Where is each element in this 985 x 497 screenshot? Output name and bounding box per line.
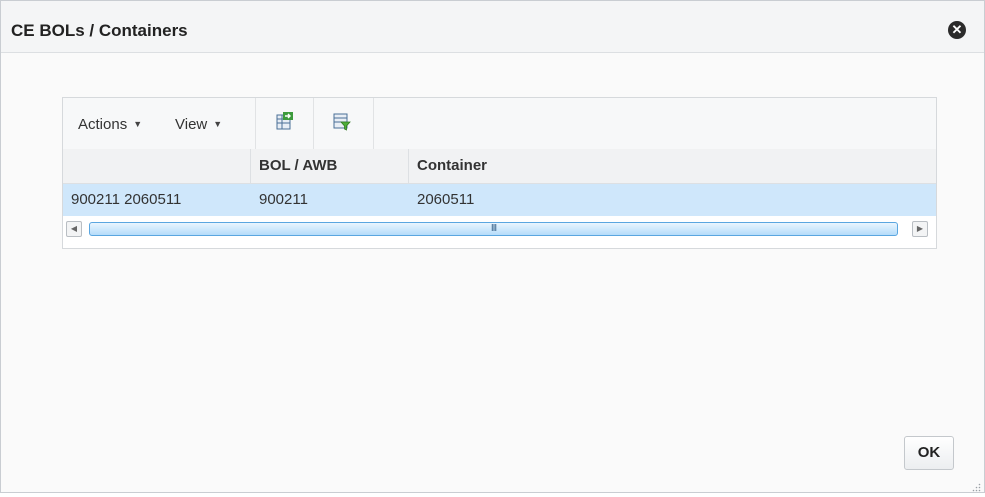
table-panel: Actions ▼ View ▼ BOL / AWB Container 900… — [62, 97, 937, 249]
dialog-titlebar: CE BOLs / Containers ✕ — [1, 1, 984, 53]
toolbar-divider — [313, 98, 314, 149]
view-menu[interactable]: View ▼ — [175, 116, 222, 133]
column-header-row-label[interactable] — [63, 149, 251, 183]
resize-grip-icon[interactable] — [971, 479, 981, 492]
horizontal-scrollbar[interactable]: ◀ III ▶ — [63, 220, 936, 238]
column-header-bol-awb[interactable]: BOL / AWB — [251, 149, 409, 183]
container-cell: 2060511 — [417, 191, 475, 208]
dialog-title: CE BOLs / Containers — [11, 21, 188, 40]
chevron-down-icon: ▼ — [213, 119, 223, 129]
scroll-left-icon[interactable]: ◀ — [66, 221, 82, 237]
table-header-row: BOL / AWB Container — [63, 149, 936, 184]
bol-awb-cell: 900211 — [259, 191, 308, 208]
ok-button[interactable]: OK — [904, 436, 954, 470]
scroll-right-icon[interactable]: ▶ — [912, 221, 928, 237]
ce-bols-containers-dialog: CE BOLs / Containers ✕ Actions ▼ View ▼ — [0, 0, 985, 493]
column-header-container[interactable]: Container — [409, 149, 936, 183]
query-by-example-icon[interactable] — [333, 111, 351, 131]
export-to-excel-icon[interactable] — [276, 111, 294, 131]
scrollbar-thumb[interactable]: III — [89, 222, 898, 236]
toolbar-divider — [373, 98, 374, 149]
chevron-down-icon: ▼ — [133, 119, 143, 129]
actions-menu-label: Actions — [78, 116, 128, 133]
table-toolbar: Actions ▼ View ▼ — [63, 98, 936, 150]
table-row[interactable]: 900211 2060511 900211 2060511 — [63, 184, 936, 216]
close-icon[interactable]: ✕ — [948, 21, 966, 39]
actions-menu[interactable]: Actions ▼ — [78, 116, 142, 133]
row-label-cell: 900211 2060511 — [71, 191, 182, 208]
toolbar-divider — [255, 98, 256, 149]
scrollbar-grip: III — [490, 223, 497, 234]
view-menu-label: View — [175, 116, 208, 133]
